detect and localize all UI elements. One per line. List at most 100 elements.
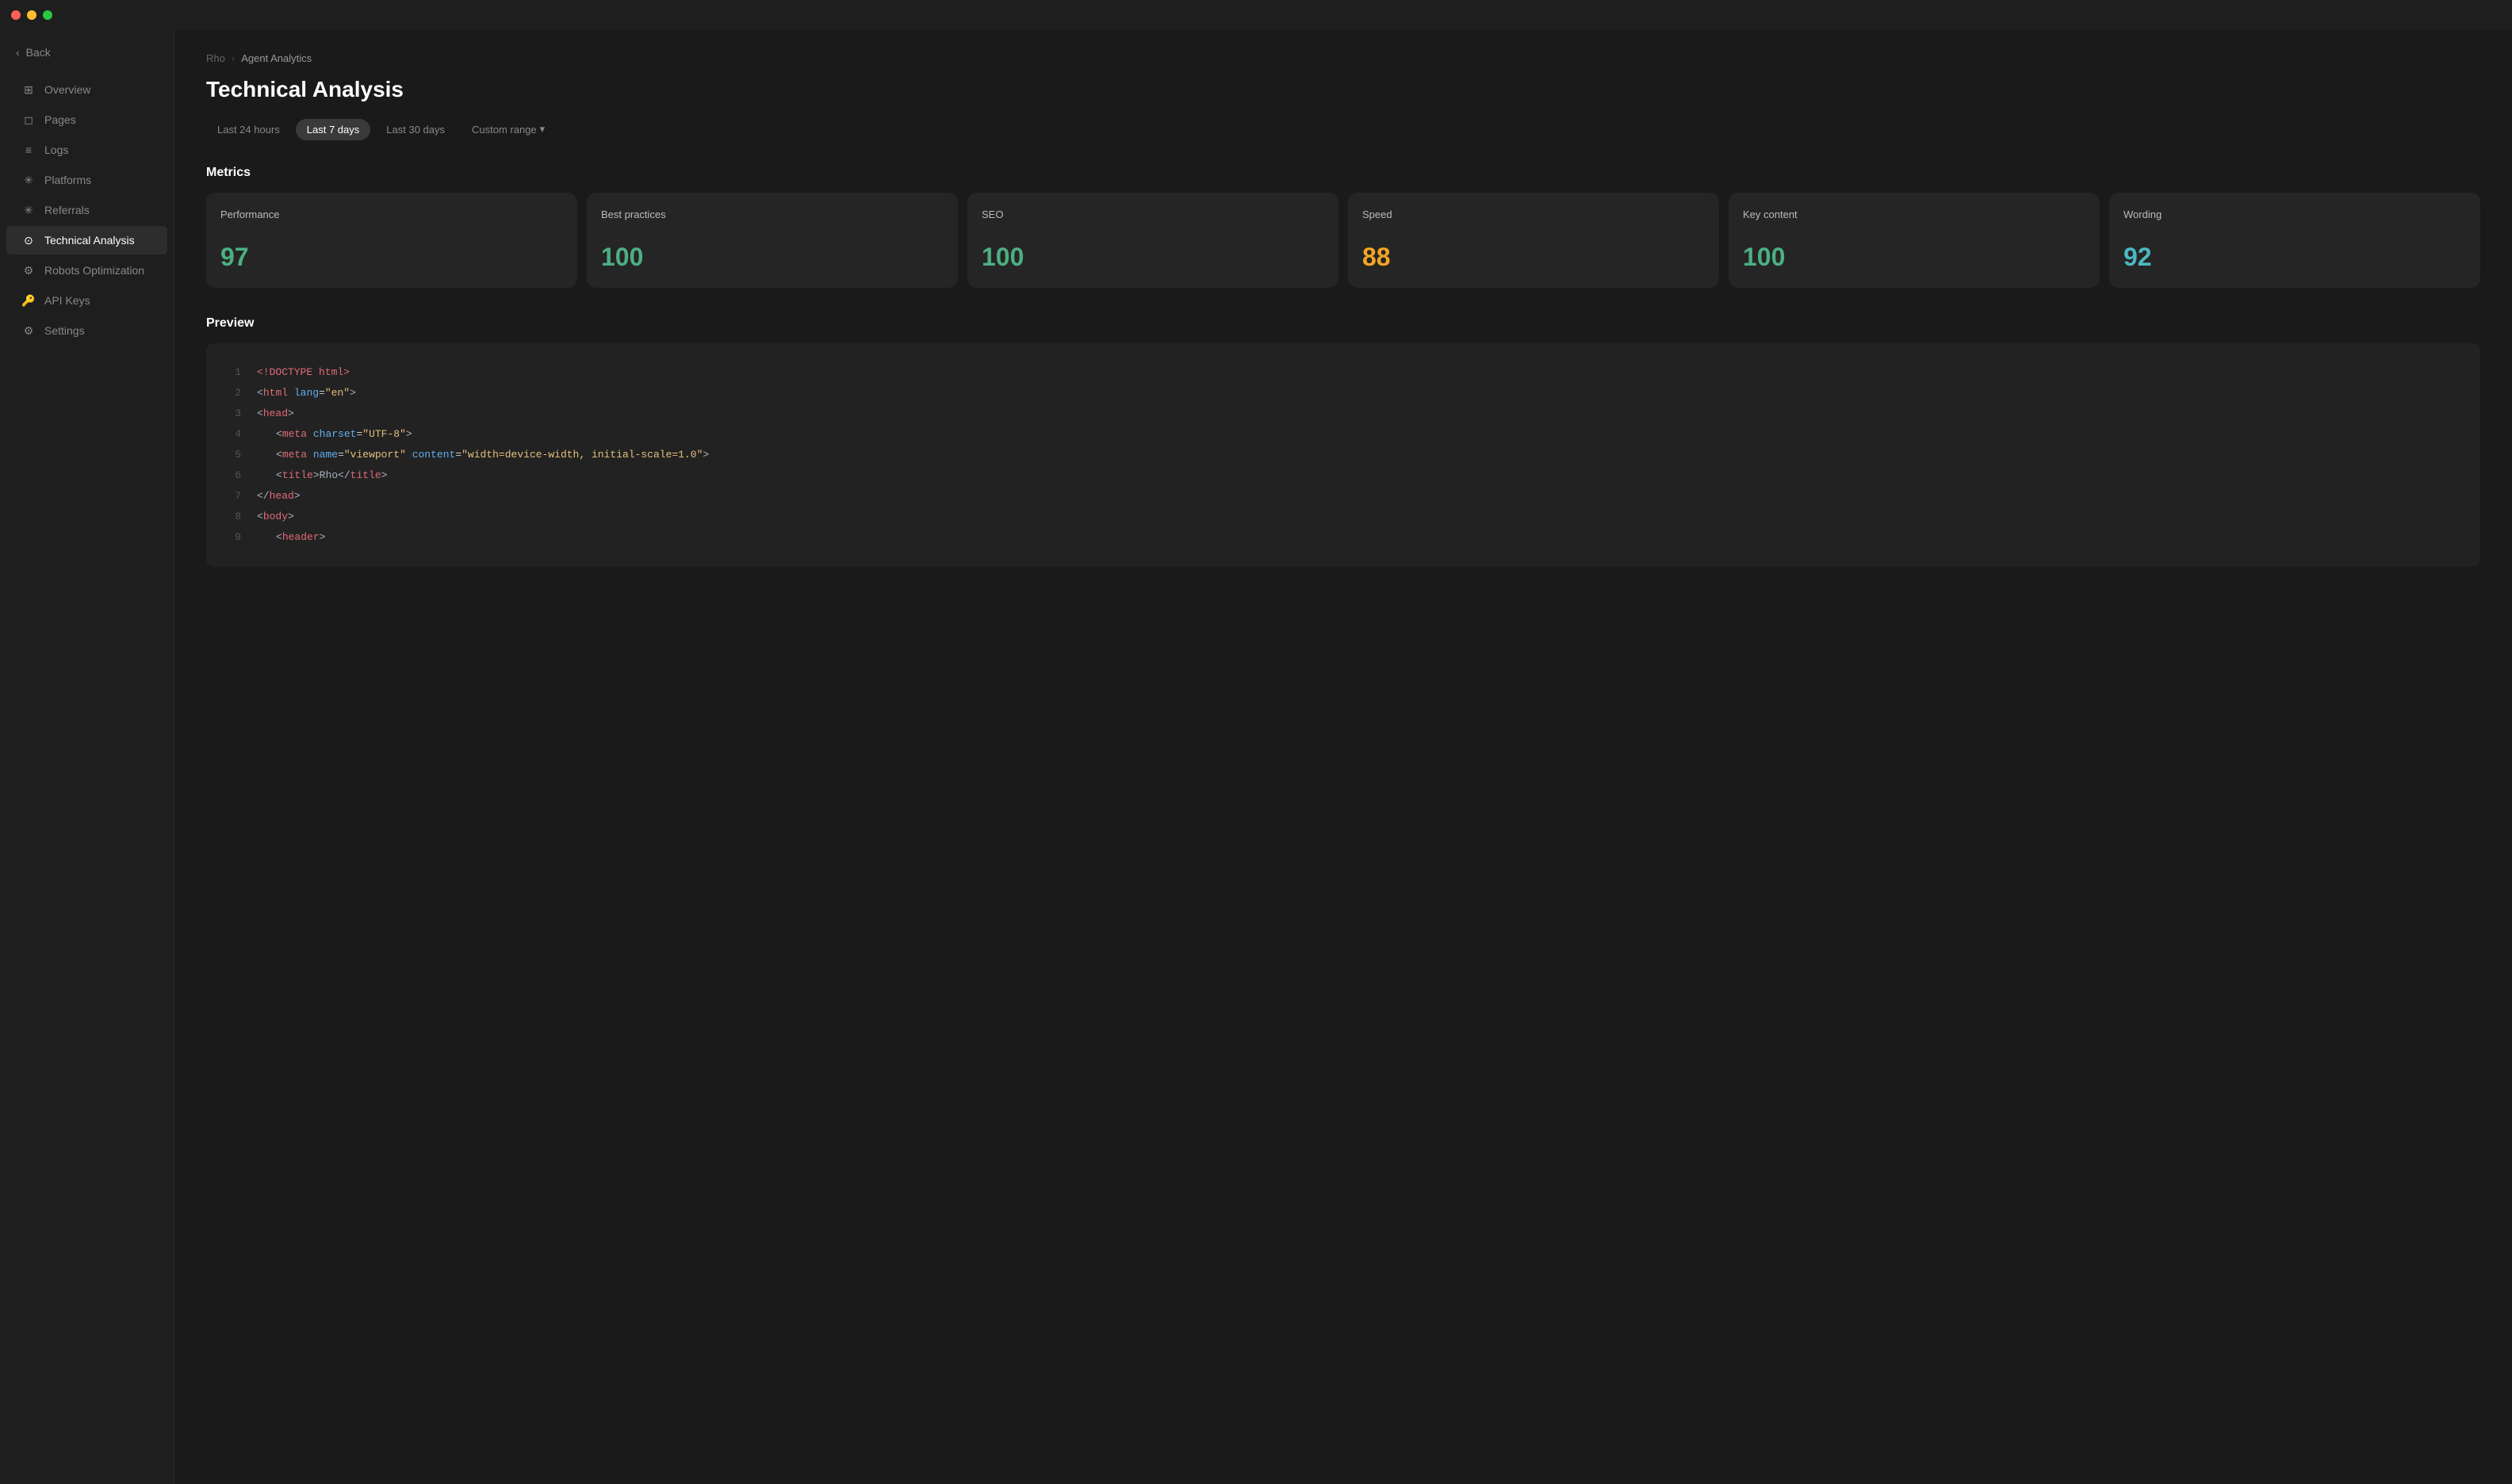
code-content-4: <meta charset="UTF-8"> <box>257 424 412 445</box>
sidebar-api-keys-label: API Keys <box>44 294 90 307</box>
code-line-4: 4 <meta charset="UTF-8"> <box>225 424 2461 445</box>
preview-section: Preview 1 <!DOCTYPE html> 2 <html lang="… <box>206 316 2480 567</box>
metric-speed-value: 88 <box>1362 243 1705 272</box>
code-line-9: 9 <header> <box>225 527 2461 548</box>
code-content-1: <!DOCTYPE html> <box>257 362 350 383</box>
metrics-grid: Performance 97 Best practices 100 SEO 10… <box>206 193 2480 288</box>
preview-title: Preview <box>206 316 2480 331</box>
line-num-2: 2 <box>225 383 241 404</box>
close-dot[interactable] <box>11 10 21 20</box>
line-num-1: 1 <box>225 362 241 383</box>
metric-card-wording: Wording 92 <box>2109 193 2480 288</box>
api-keys-icon: 🔑 <box>22 294 35 307</box>
sidebar-platforms-label: Platforms <box>44 174 91 186</box>
sidebar-logs-label: Logs <box>44 143 68 156</box>
metric-best-practices-value: 100 <box>601 243 944 272</box>
filter-24h[interactable]: Last 24 hours <box>206 119 291 140</box>
sidebar-item-referrals[interactable]: ✳ Referrals <box>6 196 167 224</box>
breadcrumb: Rho › Agent Analytics <box>206 52 2480 64</box>
sidebar-referrals-label: Referrals <box>44 204 90 216</box>
minimize-dot[interactable] <box>27 10 36 20</box>
code-content-9: <header> <box>257 527 325 548</box>
custom-range-label: Custom range <box>472 124 537 136</box>
code-line-6: 6 <title>Rho</title> <box>225 465 2461 486</box>
sidebar-item-overview[interactable]: ⊞ Overview <box>6 75 167 104</box>
titlebar <box>0 0 2512 30</box>
metric-card-key-content: Key content 100 <box>1729 193 2100 288</box>
sidebar-item-pages[interactable]: ◻ Pages <box>6 105 167 134</box>
sidebar-technical-analysis-label: Technical Analysis <box>44 234 135 247</box>
time-filters: Last 24 hours Last 7 days Last 30 days C… <box>206 118 2480 140</box>
metrics-title: Metrics <box>206 166 2480 180</box>
main-content: Rho › Agent Analytics Technical Analysis… <box>174 30 2512 1484</box>
metric-card-speed: Speed 88 <box>1348 193 1719 288</box>
maximize-dot[interactable] <box>43 10 52 20</box>
code-line-8: 8 <body> <box>225 507 2461 527</box>
sidebar-overview-label: Overview <box>44 83 90 96</box>
code-content-3: <head> <box>257 404 294 424</box>
metric-speed-name: Speed <box>1362 208 1705 220</box>
line-num-4: 4 <box>225 424 241 445</box>
sidebar-item-logs[interactable]: ≡ Logs <box>6 136 167 164</box>
code-line-2: 2 <html lang="en"> <box>225 383 2461 404</box>
sidebar-item-api-keys[interactable]: 🔑 API Keys <box>6 286 167 315</box>
back-icon: ‹ <box>16 46 20 59</box>
sidebar-item-platforms[interactable]: ✳ Platforms <box>6 166 167 194</box>
back-button[interactable]: ‹ Back <box>0 38 174 67</box>
line-num-9: 9 <box>225 527 241 548</box>
metric-key-content-name: Key content <box>1743 208 2085 220</box>
code-content-7: </head> <box>257 486 301 507</box>
sidebar-pages-label: Pages <box>44 113 76 126</box>
overview-icon: ⊞ <box>22 83 35 96</box>
code-content-8: <body> <box>257 507 294 527</box>
code-line-1: 1 <!DOCTYPE html> <box>225 362 2461 383</box>
breadcrumb-root: Rho <box>206 52 225 64</box>
metric-card-best-practices: Best practices 100 <box>587 193 958 288</box>
sidebar: ‹ Back ⊞ Overview ◻ Pages ≡ Logs ✳ Platf… <box>0 30 174 1484</box>
line-num-7: 7 <box>225 486 241 507</box>
code-line-7: 7 </head> <box>225 486 2461 507</box>
metric-card-seo: SEO 100 <box>967 193 1338 288</box>
app-layout: ‹ Back ⊞ Overview ◻ Pages ≡ Logs ✳ Platf… <box>0 30 2512 1484</box>
sidebar-robots-label: Robots Optimization <box>44 264 144 277</box>
sidebar-settings-label: Settings <box>44 324 85 337</box>
sidebar-item-settings[interactable]: ⚙ Settings <box>6 316 167 345</box>
code-content-2: <html lang="en"> <box>257 383 356 404</box>
metric-performance-name: Performance <box>220 208 563 220</box>
filter-custom-range[interactable]: Custom range ▾ <box>461 118 556 140</box>
breadcrumb-separator: › <box>232 52 235 64</box>
metric-best-practices-name: Best practices <box>601 208 944 220</box>
metric-wording-value: 92 <box>2123 243 2466 272</box>
metric-seo-value: 100 <box>982 243 1324 272</box>
settings-icon: ⚙ <box>22 324 35 337</box>
filter-7d[interactable]: Last 7 days <box>296 119 371 140</box>
line-num-6: 6 <box>225 465 241 486</box>
technical-analysis-icon: ⊙ <box>22 234 35 247</box>
robots-icon: ⚙ <box>22 264 35 277</box>
preview-code-box: 1 <!DOCTYPE html> 2 <html lang="en"> 3 <… <box>206 343 2480 567</box>
breadcrumb-current: Agent Analytics <box>241 52 312 64</box>
sidebar-item-technical-analysis[interactable]: ⊙ Technical Analysis <box>6 226 167 254</box>
metric-performance-value: 97 <box>220 243 563 272</box>
metric-wording-name: Wording <box>2123 208 2466 220</box>
line-num-8: 8 <box>225 507 241 527</box>
line-num-3: 3 <box>225 404 241 424</box>
sidebar-item-robots-optimization[interactable]: ⚙ Robots Optimization <box>6 256 167 285</box>
code-line-5: 5 <meta name="viewport" content="width=d… <box>225 445 2461 465</box>
filter-30d[interactable]: Last 30 days <box>375 119 456 140</box>
metric-key-content-value: 100 <box>1743 243 2085 272</box>
platforms-icon: ✳ <box>22 174 35 186</box>
pages-icon: ◻ <box>22 113 35 126</box>
dropdown-icon: ▾ <box>540 123 546 136</box>
page-title: Technical Analysis <box>206 77 2480 102</box>
logs-icon: ≡ <box>22 143 35 156</box>
back-label: Back <box>26 46 51 59</box>
referrals-icon: ✳ <box>22 204 35 216</box>
metric-seo-name: SEO <box>982 208 1324 220</box>
code-content-6: <title>Rho</title> <box>257 465 387 486</box>
metric-card-performance: Performance 97 <box>206 193 577 288</box>
code-line-3: 3 <head> <box>225 404 2461 424</box>
metrics-section: Metrics Performance 97 Best practices 10… <box>206 166 2480 288</box>
code-content-5: <meta name="viewport" content="width=dev… <box>257 445 709 465</box>
line-num-5: 5 <box>225 445 241 465</box>
